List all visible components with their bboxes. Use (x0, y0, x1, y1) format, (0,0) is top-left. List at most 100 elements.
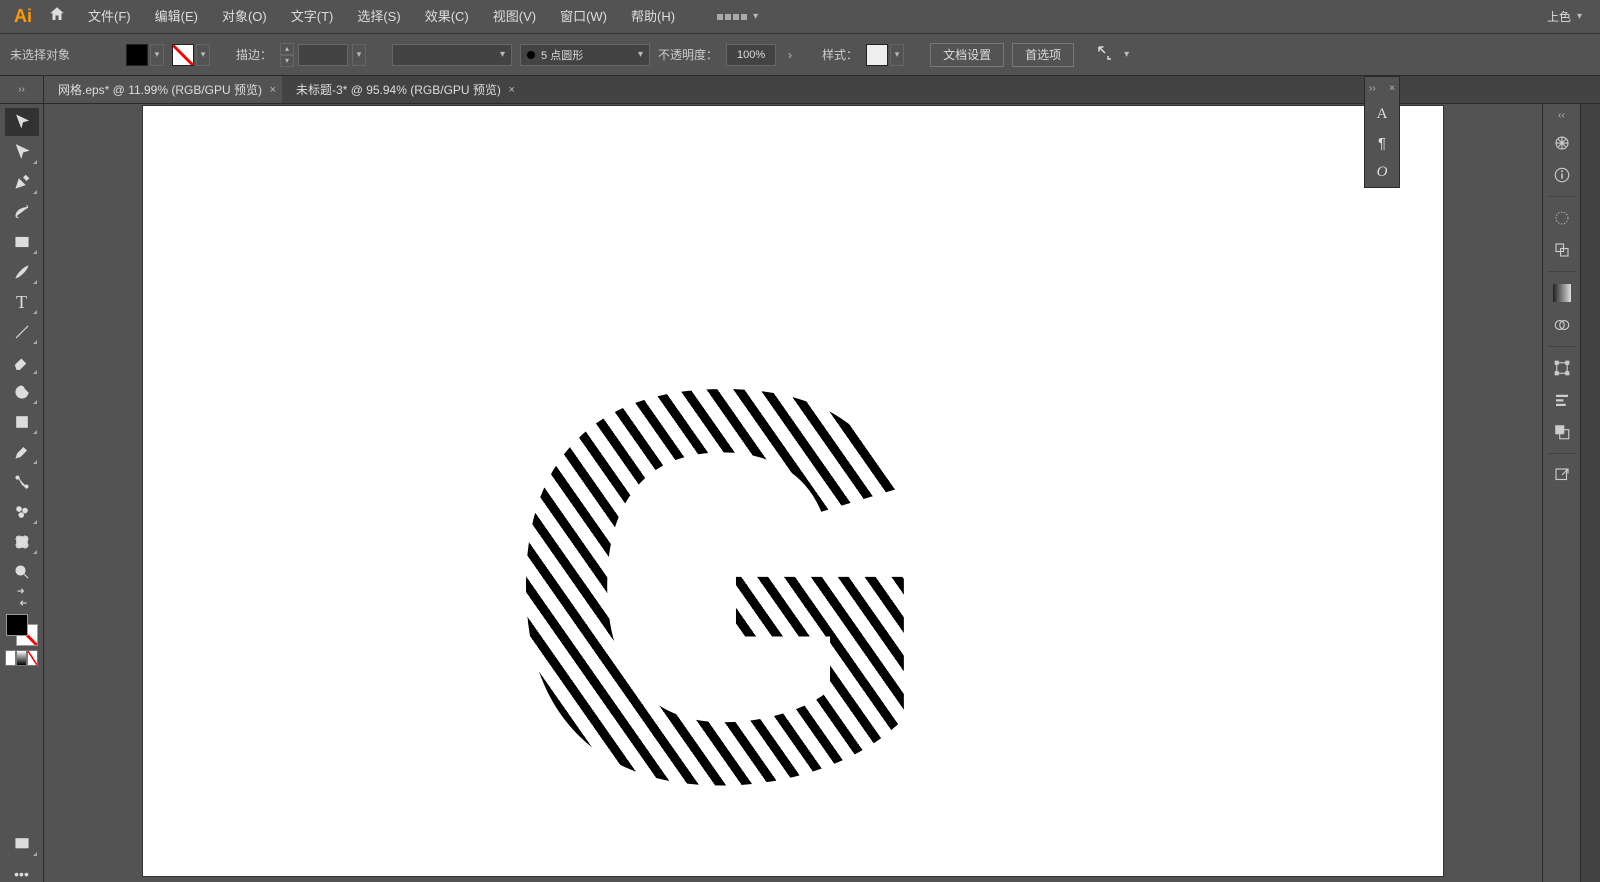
line-tool[interactable] (5, 318, 39, 346)
character-icon[interactable]: A (1377, 106, 1388, 123)
style-dropdown[interactable]: ▾ (890, 44, 904, 66)
character-panel[interactable]: ›› × A ¶ O (1364, 76, 1400, 188)
chevron-down-icon[interactable]: ▾ (1124, 49, 1129, 60)
pen-tool[interactable] (5, 168, 39, 196)
paintbrush-tool[interactable] (5, 258, 39, 286)
symbol-sprayer-tool[interactable] (5, 498, 39, 526)
eraser-tool[interactable] (5, 348, 39, 376)
menu-view[interactable]: 视图(V) (481, 0, 548, 34)
zoom-tool[interactable] (5, 558, 39, 586)
separator (1548, 196, 1576, 197)
document-tab[interactable]: 未标题-3* @ 95.94% (RGB/GPU 预览) × (282, 76, 521, 103)
control-bar: 未选择对象 ▾ ▾ 描边： ▴▾ ▾ ▾ 5 点圆形 ▾ 不透明度： 100% … (0, 34, 1600, 76)
stroke-weight-dropdown[interactable]: ▾ (352, 44, 366, 66)
separator (1548, 346, 1576, 347)
color-mode-none[interactable] (27, 650, 38, 666)
close-icon[interactable]: × (508, 76, 514, 104)
close-icon[interactable]: × (270, 76, 276, 104)
brush-label: 5 点圆形 (541, 47, 583, 63)
paragraph-icon[interactable]: ¶ (1378, 135, 1386, 152)
color-wheel-icon[interactable] (1547, 128, 1577, 158)
double-chevron-icon[interactable]: ›› (1369, 83, 1376, 94)
screen-mode-tool[interactable] (5, 830, 39, 858)
eyedropper-tool[interactable] (5, 438, 39, 466)
stroke-dropdown[interactable]: ▾ (196, 44, 210, 66)
tab-title: 网格.eps* @ 11.99% (RGB/GPU 预览) (58, 83, 262, 97)
opacity-input[interactable]: 100% (726, 44, 776, 66)
color-mode-row[interactable] (5, 650, 39, 666)
swap-fill-stroke-icon[interactable] (5, 588, 39, 606)
width-tool[interactable] (5, 408, 39, 436)
fill-stroke-indicator[interactable] (6, 614, 38, 646)
style-swatch-group[interactable]: ▾ (866, 44, 904, 66)
fill-swatch[interactable] (126, 44, 148, 66)
info-icon[interactable] (1547, 160, 1577, 190)
close-icon[interactable]: × (1389, 83, 1395, 94)
preferences-button[interactable]: 首选项 (1012, 43, 1074, 67)
variable-width-profile[interactable]: ▾ (392, 44, 512, 66)
menu-file[interactable]: 文件(F) (76, 0, 143, 34)
align-icon[interactable] (1547, 385, 1577, 415)
edit-toolbar-icon[interactable]: ••• (14, 866, 29, 882)
transform-icon[interactable] (1547, 353, 1577, 383)
opentype-icon[interactable]: O (1377, 164, 1388, 181)
selection-tool[interactable] (5, 108, 39, 136)
menu-type[interactable]: 文字(T) (279, 0, 346, 34)
rectangle-tool[interactable] (5, 228, 39, 256)
canvas-area[interactable]: G (44, 104, 1542, 882)
menu-edit[interactable]: 编辑(E) (143, 0, 210, 34)
style-swatch[interactable] (866, 44, 888, 66)
color-mode-gradient[interactable] (16, 650, 27, 666)
document-setup-button[interactable]: 文档设置 (930, 43, 1004, 67)
brush-definition[interactable]: 5 点圆形 ▾ (520, 44, 650, 66)
graphic-styles-icon[interactable] (1547, 235, 1577, 265)
fill-swatch-group[interactable]: ▾ (126, 44, 164, 66)
rotate-tool[interactable] (5, 378, 39, 406)
workspace-switcher[interactable]: 上色 ▾ (1537, 8, 1592, 25)
menu-bar: Ai 文件(F) 编辑(E) 对象(O) 文字(T) 选择(S) 效果(C) 视… (0, 0, 1600, 34)
arrange-documents[interactable]: ▾ (707, 11, 768, 22)
separator (1548, 453, 1576, 454)
document-tabs: 网格.eps* @ 11.99% (RGB/GPU 预览) × 未标题-3* @… (44, 76, 521, 103)
stroke-weight-input[interactable] (298, 44, 348, 66)
color-mode-solid[interactable] (5, 650, 16, 666)
menu-object[interactable]: 对象(O) (210, 0, 279, 34)
fill-dropdown[interactable]: ▾ (150, 44, 164, 66)
style-label: 样式： (822, 46, 858, 63)
home-icon[interactable] (38, 5, 76, 28)
gradient-icon[interactable] (1547, 278, 1577, 308)
transparency-icon[interactable] (1547, 310, 1577, 340)
opacity-label: 不透明度： (658, 46, 718, 63)
align-to-icon[interactable] (1096, 44, 1114, 65)
menu-select[interactable]: 选择(S) (345, 0, 412, 34)
toolbox: T ••• (0, 104, 44, 882)
menu-help[interactable]: 帮助(H) (619, 0, 687, 34)
artboard-tool[interactable] (5, 528, 39, 556)
stroke-swatch-group[interactable]: ▾ (172, 44, 210, 66)
panel-header[interactable]: ›› × (1365, 83, 1399, 94)
menu-window[interactable]: 窗口(W) (548, 0, 619, 34)
stroke-spinner[interactable]: ▴▾ (280, 43, 294, 67)
pathfinder-icon[interactable] (1547, 417, 1577, 447)
export-icon[interactable] (1547, 460, 1577, 490)
document-tab[interactable]: 网格.eps* @ 11.99% (RGB/GPU 预览) × (44, 76, 282, 103)
right-panel-dock: ‹‹ (1542, 104, 1580, 882)
artboard[interactable]: G (143, 106, 1443, 876)
menu-effect[interactable]: 效果(C) (413, 0, 481, 34)
appearance-icon[interactable] (1547, 203, 1577, 233)
tab-title: 未标题-3* @ 95.94% (RGB/GPU 预览) (296, 83, 501, 97)
artwork-letter[interactable]: G (503, 306, 919, 866)
opacity-flyout-icon[interactable]: › (784, 48, 796, 62)
toolbox-collapse[interactable]: ›› (0, 76, 44, 103)
chevron-down-icon: ▾ (753, 11, 758, 22)
type-tool[interactable]: T (5, 288, 39, 316)
blend-tool[interactable] (5, 468, 39, 496)
stroke-swatch[interactable] (172, 44, 194, 66)
workspace-label: 上色 (1547, 8, 1571, 25)
dock-collapse-icon[interactable]: ‹‹ (1558, 110, 1565, 126)
fill-indicator[interactable] (6, 614, 28, 636)
stroke-weight[interactable]: ▴▾ ▾ (280, 43, 366, 67)
direct-selection-tool[interactable] (5, 138, 39, 166)
arrange-icon (717, 14, 747, 20)
curvature-tool[interactable] (5, 198, 39, 226)
